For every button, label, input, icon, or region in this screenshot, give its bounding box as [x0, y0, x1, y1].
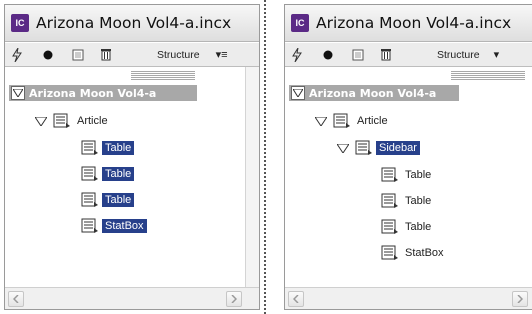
collapse-triangle-icon[interactable] [11, 86, 25, 100]
tree-node-label: Table [405, 221, 432, 233]
text-element-icon [355, 140, 372, 155]
structure-panel-before: IC Arizona Moon Vol4-a.incx Structure ▾≡… [4, 4, 260, 310]
tree-node-table[interactable]: Table [81, 165, 135, 183]
root-element-label: Arizona Moon Vol4-a [29, 86, 157, 100]
text-element-icon [381, 219, 398, 234]
root-element-label: Arizona Moon Vol4-a [309, 86, 437, 100]
lightning-icon[interactable] [9, 45, 25, 65]
tree-node-table[interactable]: Table [381, 166, 434, 184]
tree-node-label: Table [405, 195, 432, 207]
root-element-row[interactable]: Arizona Moon Vol4-a [289, 85, 459, 101]
trash-icon[interactable] [95, 45, 117, 65]
structure-toolbar: Structure ▾ [285, 43, 532, 67]
tree-node-label: Sidebar [376, 141, 420, 155]
text-element-icon [381, 193, 398, 208]
text-element-icon [381, 167, 398, 182]
structure-toolbar: Structure ▾≡ [5, 43, 259, 67]
scroll-right-arrow[interactable] [226, 291, 242, 307]
tree-node-statbox[interactable]: StatBox [81, 217, 147, 235]
incopy-app-icon: IC [11, 14, 29, 32]
root-row-stripes [131, 70, 195, 80]
panel-menu-button[interactable]: ▾≡ [216, 48, 228, 61]
tree-node-table[interactable]: Table [381, 218, 434, 236]
collapse-triangle-icon[interactable] [315, 116, 327, 126]
panel-menu-button[interactable]: ▾ [494, 48, 500, 61]
dotted-divider [264, 0, 266, 314]
tree-node-label: Article [357, 115, 388, 127]
tree-node-sidebar[interactable]: Sidebar [337, 139, 420, 157]
article-element-icon [333, 113, 350, 128]
structure-tree: Arizona Moon Vol4-a Article Table Table … [5, 67, 259, 287]
vertical-scrollbar[interactable] [245, 67, 259, 287]
incopy-app-icon: IC [291, 14, 309, 32]
tree-node-label: Table [102, 141, 135, 155]
scroll-left-arrow[interactable] [8, 291, 24, 307]
text-element-icon [81, 140, 98, 155]
horizontal-scrollbar[interactable] [285, 287, 532, 309]
text-element-icon [81, 218, 98, 233]
tree-node-label: Table [102, 193, 135, 207]
trash-icon[interactable] [375, 45, 397, 65]
structure-panel-after: IC Arizona Moon Vol4-a.incx Structure ▾ … [284, 4, 532, 310]
tree-node-label: StatBox [405, 247, 444, 259]
tree-node-table[interactable]: Table [381, 192, 434, 210]
structure-label: Structure [157, 48, 200, 61]
text-element-icon [81, 192, 98, 207]
structure-tree: Arizona Moon Vol4-a Article Sidebar Tabl… [285, 67, 532, 287]
collapse-triangle-icon[interactable] [291, 86, 305, 100]
structure-label: Structure [437, 48, 480, 61]
tree-node-statbox[interactable]: StatBox [381, 244, 447, 262]
collapse-triangle-icon[interactable] [35, 116, 47, 126]
article-element-icon [53, 113, 70, 128]
text-element-icon [81, 166, 98, 181]
root-element-row[interactable]: Arizona Moon Vol4-a [9, 85, 197, 101]
collapse-triangle-icon[interactable] [337, 143, 349, 153]
tree-node-label: StatBox [102, 219, 147, 233]
scroll-up-arrow[interactable] [248, 69, 257, 83]
document-title: Arizona Moon Vol4-a.incx [316, 14, 512, 32]
new-element-icon[interactable] [67, 45, 89, 65]
scroll-right-arrow[interactable] [512, 291, 528, 307]
tree-node-table[interactable]: Table [81, 139, 135, 157]
record-dot-icon[interactable] [317, 45, 339, 65]
horizontal-scrollbar[interactable] [5, 287, 259, 309]
scroll-left-arrow[interactable] [288, 291, 304, 307]
panel-titlebar[interactable]: IC Arizona Moon Vol4-a.incx [285, 5, 532, 42]
tree-node-label: Table [102, 167, 135, 181]
record-dot-icon[interactable] [37, 45, 59, 65]
document-title: Arizona Moon Vol4-a.incx [36, 14, 232, 32]
panel-titlebar[interactable]: IC Arizona Moon Vol4-a.incx [5, 5, 259, 42]
text-element-icon [381, 245, 398, 260]
lightning-icon[interactable] [289, 45, 305, 65]
tree-node-label: Article [77, 115, 108, 127]
tree-node-table[interactable]: Table [81, 191, 135, 209]
new-element-icon[interactable] [347, 45, 369, 65]
tree-node-label: Table [405, 169, 432, 181]
root-row-stripes [451, 70, 525, 80]
tree-node-article[interactable]: Article [315, 112, 391, 130]
tree-node-article[interactable]: Article [35, 112, 111, 130]
